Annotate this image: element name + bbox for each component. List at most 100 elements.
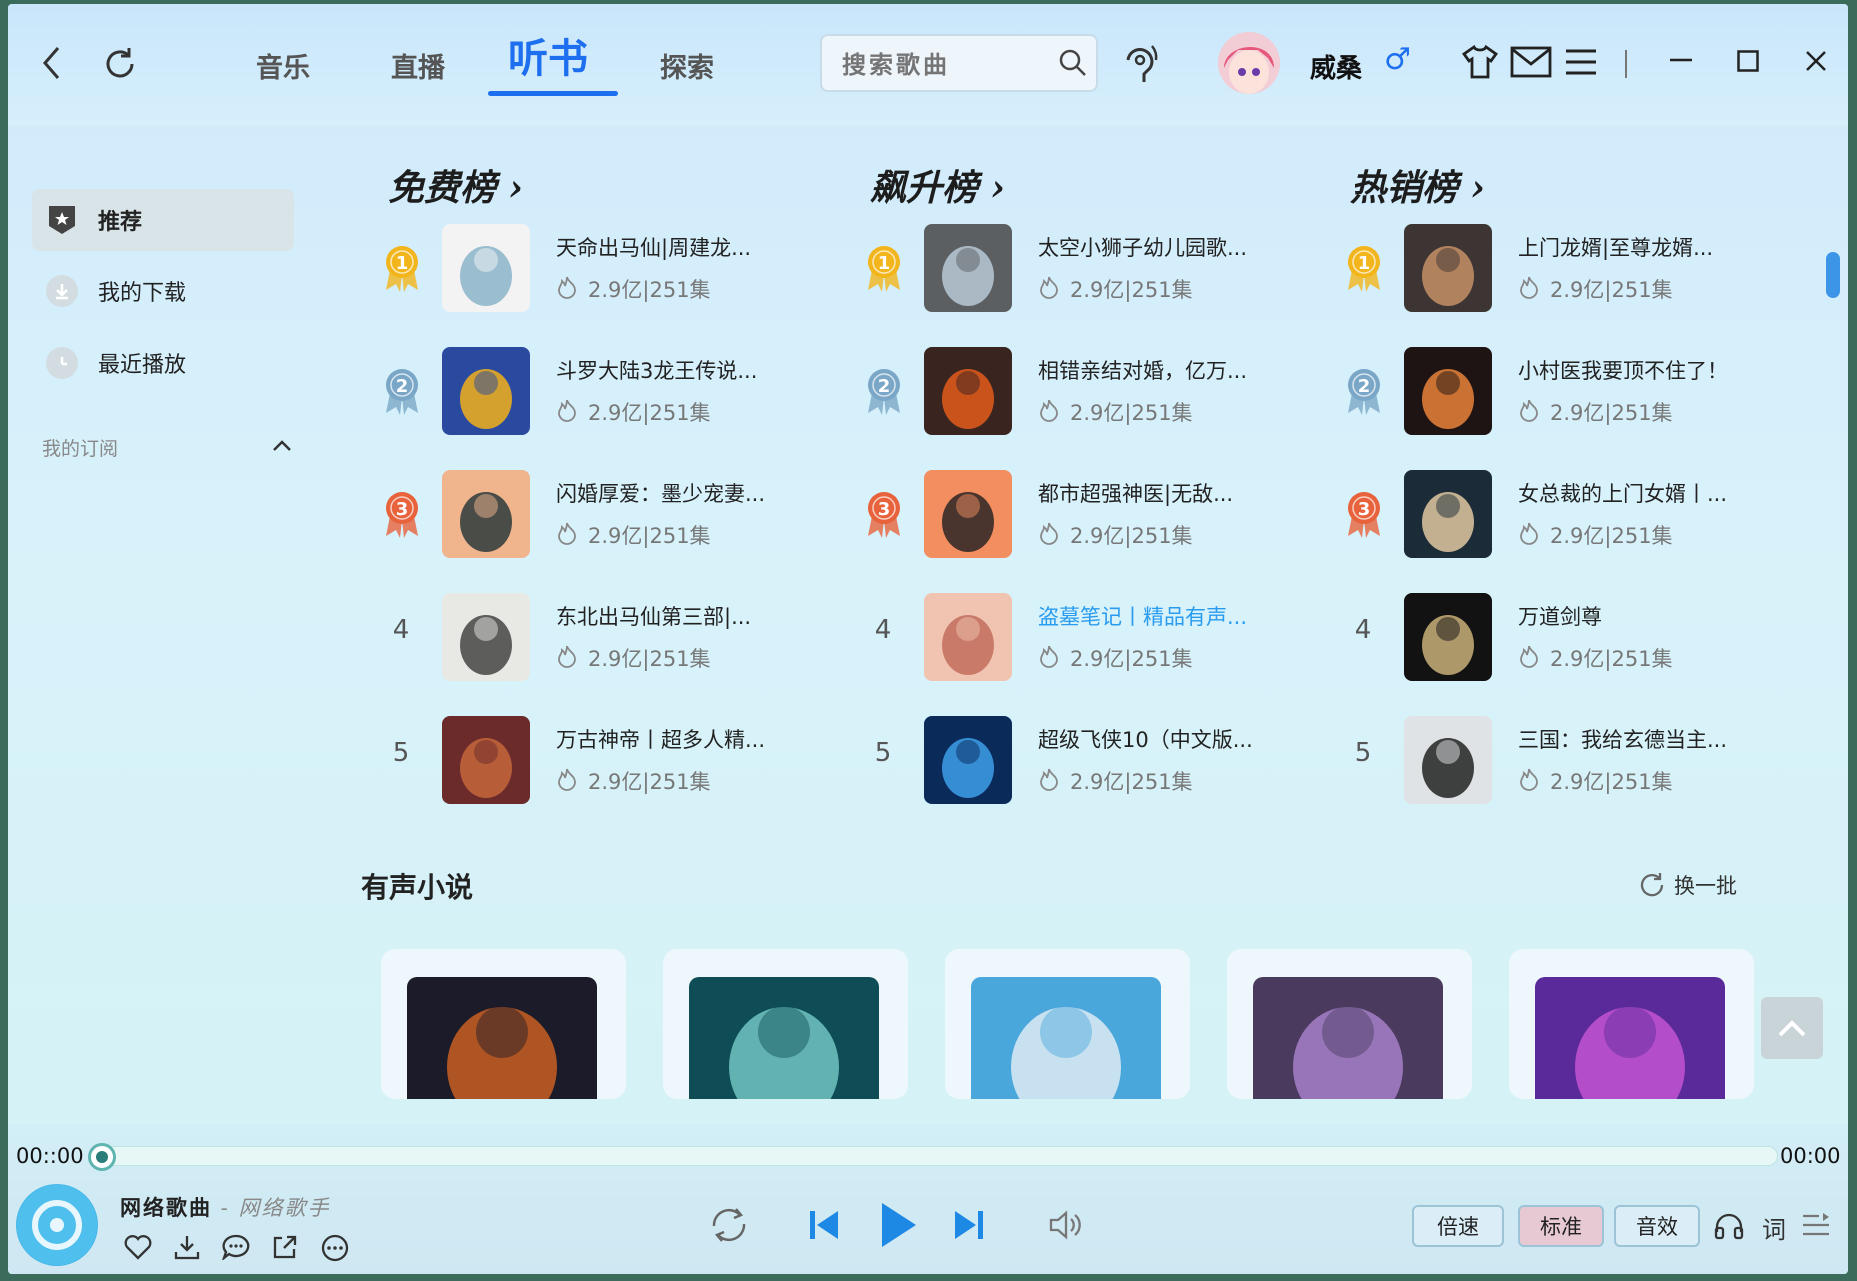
- refresh-icon[interactable]: [100, 44, 140, 84]
- audiobook-cover[interactable]: [971, 977, 1161, 1099]
- album-art[interactable]: [16, 1184, 98, 1266]
- progress-bar[interactable]: [98, 1146, 1778, 1166]
- volume-icon[interactable]: [1048, 1210, 1082, 1240]
- quality-button[interactable]: 标准: [1518, 1205, 1604, 1247]
- ranking-row[interactable]: 1 上门龙婿|至尊龙婿... 2.9亿|251集: [1338, 224, 1758, 316]
- ranking-row[interactable]: 3 女总裁的上门女婿丨... 2.9亿|251集: [1338, 470, 1758, 562]
- comment-icon[interactable]: [222, 1234, 250, 1260]
- book-title[interactable]: 太空小狮子幼儿园歌...: [1038, 232, 1247, 262]
- book-cover[interactable]: [442, 593, 530, 681]
- mail-icon[interactable]: [1510, 46, 1552, 78]
- sidebar-item-recommend[interactable]: 推荐: [32, 189, 294, 251]
- ranking-row[interactable]: 4 东北出马仙第三部|... 2.9亿|251集: [376, 593, 796, 685]
- book-cover[interactable]: [924, 716, 1012, 804]
- book-title[interactable]: 斗罗大陆3龙王传说...: [556, 355, 757, 385]
- book-cover[interactable]: [1404, 347, 1492, 435]
- audiobook-cover[interactable]: [689, 977, 879, 1099]
- ranking-title[interactable]: 免费榜 ›: [388, 159, 523, 211]
- book-title[interactable]: 相错亲结对婚，亿万...: [1038, 355, 1247, 385]
- book-title[interactable]: 三国：我给玄德当主...: [1518, 724, 1727, 754]
- back-icon[interactable]: [36, 42, 68, 84]
- maximize-icon[interactable]: [1737, 50, 1759, 72]
- ranking-row[interactable]: 2 相错亲结对婚，亿万... 2.9亿|251集: [858, 347, 1278, 439]
- book-title[interactable]: 超级飞侠10（中文版...: [1038, 724, 1253, 754]
- previous-icon[interactable]: [808, 1208, 840, 1242]
- ranking-row[interactable]: 1 天命出马仙|周建龙... 2.9亿|251集: [376, 224, 796, 316]
- ranking-row[interactable]: 4 盗墓笔记丨精品有声... 2.9亿|251集: [858, 593, 1278, 685]
- ranking-row[interactable]: 5 三国：我给玄德当主... 2.9亿|251集: [1338, 716, 1758, 808]
- repeat-icon[interactable]: [708, 1206, 750, 1244]
- ranking-row[interactable]: 5 万古神帝丨超多人精... 2.9亿|251集: [376, 716, 796, 808]
- sidebar-item-recent[interactable]: 最近播放: [32, 332, 294, 394]
- audiobook-card[interactable]: [945, 949, 1190, 1099]
- audiobook-cover[interactable]: [1535, 977, 1725, 1099]
- ranking-title[interactable]: 飙升榜 ›: [870, 159, 1005, 211]
- playlist-icon[interactable]: [1801, 1212, 1831, 1240]
- book-cover[interactable]: [442, 716, 530, 804]
- audiobook-cover[interactable]: [407, 977, 597, 1099]
- audiobook-card[interactable]: [1509, 949, 1754, 1099]
- book-title[interactable]: 闪婚厚爱：墨少宠妻...: [556, 478, 765, 508]
- tab-audiobook[interactable]: 听书: [508, 26, 588, 84]
- lyrics-button[interactable]: 词: [1762, 1210, 1786, 1245]
- book-cover[interactable]: [1404, 224, 1492, 312]
- minimize-icon[interactable]: [1670, 58, 1692, 62]
- effects-button[interactable]: 音效: [1614, 1205, 1700, 1247]
- chevron-up-icon[interactable]: [272, 438, 292, 452]
- book-title[interactable]: 上门龙婿|至尊龙婿...: [1518, 232, 1713, 262]
- download-icon[interactable]: [174, 1234, 200, 1260]
- book-title[interactable]: 女总裁的上门女婿丨...: [1518, 478, 1727, 508]
- book-cover[interactable]: [1404, 593, 1492, 681]
- book-title[interactable]: 小村医我要顶不住了！: [1518, 355, 1728, 385]
- sidebar-item-downloads[interactable]: 我的下载: [32, 260, 294, 322]
- book-cover[interactable]: [442, 347, 530, 435]
- book-cover[interactable]: [442, 224, 530, 312]
- audiobook-cover[interactable]: [1253, 977, 1443, 1099]
- voice-assistant-icon[interactable]: [1120, 40, 1160, 88]
- like-icon[interactable]: [124, 1234, 152, 1260]
- book-title[interactable]: 都市超强神医|无敌...: [1038, 478, 1233, 508]
- book-cover[interactable]: [924, 593, 1012, 681]
- audiobook-card[interactable]: [663, 949, 908, 1099]
- avatar[interactable]: [1218, 32, 1280, 94]
- scroll-to-top-button[interactable]: [1761, 997, 1823, 1059]
- ranking-row[interactable]: 3 闪婚厚爱：墨少宠妻... 2.9亿|251集: [376, 470, 796, 562]
- book-cover[interactable]: [924, 224, 1012, 312]
- tab-live[interactable]: 直播: [391, 46, 445, 85]
- book-cover[interactable]: [1404, 716, 1492, 804]
- book-cover[interactable]: [924, 347, 1012, 435]
- share-icon[interactable]: [272, 1234, 298, 1260]
- more-icon[interactable]: [321, 1234, 349, 1262]
- book-cover[interactable]: [924, 470, 1012, 558]
- search-icon[interactable]: [1058, 48, 1088, 78]
- skin-icon[interactable]: [1460, 44, 1500, 80]
- tab-explore[interactable]: 探索: [660, 46, 714, 85]
- book-title[interactable]: 天命出马仙|周建龙...: [556, 232, 751, 262]
- next-icon[interactable]: [953, 1208, 985, 1242]
- headphones-icon[interactable]: [1714, 1212, 1744, 1240]
- ranking-row[interactable]: 2 斗罗大陆3龙王传说... 2.9亿|251集: [376, 347, 796, 439]
- ranking-row[interactable]: 1 太空小狮子幼儿园歌... 2.9亿|251集: [858, 224, 1278, 316]
- audiobook-card[interactable]: [381, 949, 626, 1099]
- close-icon[interactable]: [1805, 50, 1827, 72]
- speed-button[interactable]: 倍速: [1412, 1205, 1504, 1247]
- audiobook-card[interactable]: [1227, 949, 1472, 1099]
- book-title[interactable]: 万古神帝丨超多人精...: [556, 724, 765, 754]
- book-cover[interactable]: [442, 470, 530, 558]
- ranking-row[interactable]: 5 超级飞侠10（中文版... 2.9亿|251集: [858, 716, 1278, 808]
- book-title[interactable]: 万道剑尊: [1518, 601, 1602, 631]
- ranking-row[interactable]: 4 万道剑尊 2.9亿|251集: [1338, 593, 1758, 685]
- menu-icon[interactable]: [1564, 48, 1598, 76]
- scrollbar-thumb[interactable]: [1826, 252, 1840, 298]
- book-title[interactable]: 东北出马仙第三部|...: [556, 601, 751, 631]
- book-cover[interactable]: [1404, 470, 1492, 558]
- play-icon[interactable]: [878, 1200, 918, 1250]
- tab-music[interactable]: 音乐: [256, 46, 310, 85]
- ranking-row[interactable]: 3 都市超强神医|无敌... 2.9亿|251集: [858, 470, 1278, 562]
- refresh-batch-button[interactable]: 换一批: [1638, 870, 1737, 900]
- user-name[interactable]: 威桑: [1310, 48, 1362, 85]
- ranking-row[interactable]: 2 小村医我要顶不住了！ 2.9亿|251集: [1338, 347, 1758, 439]
- book-title[interactable]: 盗墓笔记丨精品有声...: [1038, 601, 1247, 631]
- search-input[interactable]: [842, 46, 1042, 82]
- ranking-title[interactable]: 热销榜 ›: [1350, 159, 1485, 211]
